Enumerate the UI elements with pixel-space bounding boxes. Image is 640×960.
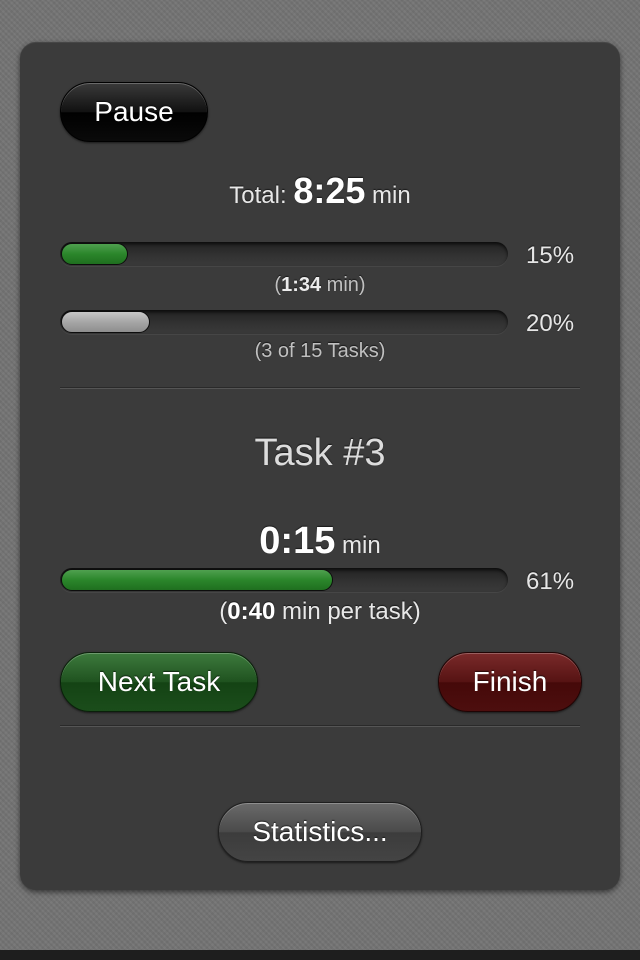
- task-progress-fill: [61, 311, 150, 333]
- elapsed-time-suffix: min): [321, 274, 366, 296]
- time-progress-bar: [60, 242, 508, 266]
- per-task-detail: (0:40 min per task): [20, 598, 620, 626]
- task-title: Task #3: [254, 432, 386, 474]
- divider: [60, 387, 580, 389]
- total-time-value: 8:25: [293, 170, 366, 211]
- timer-panel: Pause Total: 8:25 min 15% (1:34 min) 20%…: [20, 42, 620, 890]
- pause-button[interactable]: Pause: [60, 82, 208, 142]
- current-task-progress-percent: 61%: [526, 568, 575, 595]
- total-time: Total: 8:25 min: [20, 170, 620, 212]
- task-progress-percent: 20%: [526, 310, 575, 337]
- next-task-button[interactable]: Next Task: [60, 652, 258, 712]
- divider: [60, 725, 580, 727]
- per-task-suffix: min per task): [275, 598, 421, 625]
- time-progress-detail: (1:34 min): [20, 274, 620, 297]
- task-progress-bar: [60, 310, 508, 334]
- finish-button[interactable]: Finish: [438, 652, 582, 712]
- elapsed-time-value: 1:34: [281, 274, 322, 296]
- total-time-unit: min: [372, 182, 411, 209]
- task-time: 0:15 min: [20, 520, 620, 563]
- task-time-unit: min: [342, 532, 381, 559]
- current-task-progress-fill: [61, 569, 333, 591]
- time-progress-percent: 15%: [526, 242, 575, 269]
- total-prefix: Total:: [229, 182, 287, 209]
- current-task-progress-bar: [60, 568, 508, 592]
- bottom-strip: [0, 950, 640, 960]
- task-progress-detail: (3 of 15 Tasks): [254, 340, 386, 362]
- statistics-button[interactable]: Statistics...: [218, 802, 422, 862]
- task-time-value: 0:15: [259, 520, 336, 562]
- time-progress-fill: [61, 243, 128, 265]
- per-task-time-value: 0:40: [227, 598, 276, 625]
